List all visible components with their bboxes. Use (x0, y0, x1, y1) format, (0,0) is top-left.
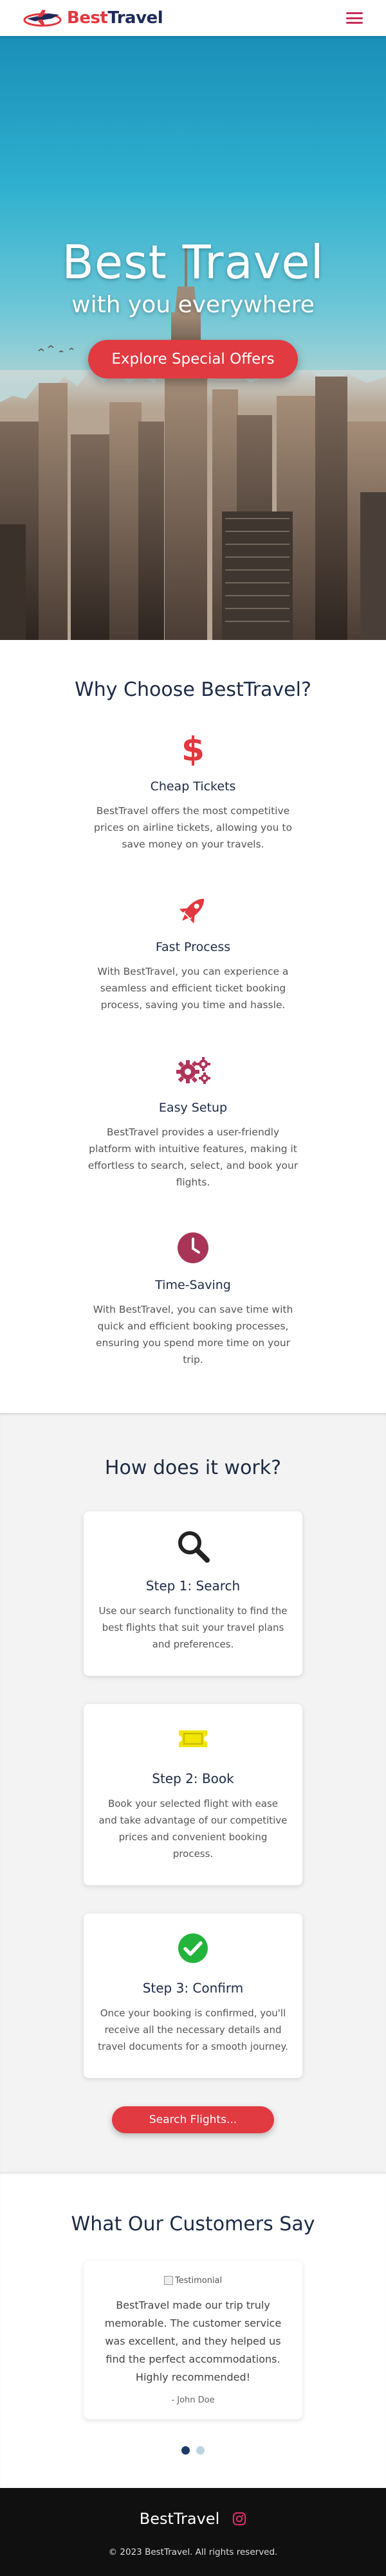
testimonial-image: Testimonial (163, 2275, 223, 2286)
explore-offers-button[interactable]: Explore Special Offers (88, 340, 298, 378)
feature-description: With BestTravel, you can save time with … (93, 1304, 293, 1365)
instagram-icon[interactable] (232, 2512, 246, 2526)
testimonial-text: BestTravel made our trip truly memorable… (104, 2299, 282, 2383)
ticket-icon (179, 1730, 207, 1747)
footer-brand: BestTravel (139, 2510, 220, 2528)
logo-travel-text: Travel (107, 8, 163, 28)
search-icon (178, 1531, 210, 1563)
feature-item: Easy Setup BestTravel provides a user-fr… (0, 1052, 386, 1191)
features-section: Why Choose BestTravel? $ Cheap Tickets B… (0, 640, 386, 1413)
features-title: Why Choose BestTravel? (75, 679, 311, 701)
step-title: Step 2: Book (152, 1771, 234, 1786)
feature-item: $ Cheap Tickets BestTravel offers the mo… (0, 731, 386, 853)
svg-text:$: $ (183, 731, 203, 767)
feature-title: Cheap Tickets (150, 779, 236, 794)
carousel-dot[interactable] (196, 2446, 205, 2455)
logo[interactable]: BestTravel (23, 7, 163, 29)
hero-section: Best Travel with you everywhere Explore … (0, 36, 386, 640)
search-flights-button[interactable]: Search Flights... (111, 2106, 275, 2133)
feature-title: Fast Process (155, 940, 231, 954)
dollar-icon: $ (183, 731, 203, 767)
gears-icon (176, 1057, 210, 1084)
feature-title: Easy Setup (158, 1101, 228, 1115)
check-circle-icon (178, 1933, 208, 1963)
clock-icon (178, 1232, 208, 1263)
how-it-works-section: How does it work? Step 1: Search Use our… (0, 1413, 386, 2172)
step-description: Once your booking is confirmed, you'll r… (98, 2007, 288, 2052)
site-footer: BestTravel © 2023 BestTravel. All rights… (0, 2488, 386, 2576)
carousel-dot-active[interactable] (181, 2446, 190, 2455)
footer-copyright: © 2023 BestTravel. All rights reserved. (108, 2547, 278, 2557)
feature-description: BestTravel offers the most competitive p… (94, 805, 292, 850)
testimonial-author: - John Doe (171, 2395, 215, 2405)
feature-item: Time-Saving With BestTravel, you can sav… (0, 1229, 386, 1368)
step-title: Step 3: Confirm (142, 1980, 244, 1996)
plane-logo-icon (23, 10, 62, 27)
step-card: Step 3: Confirm Once your booking is con… (84, 1914, 302, 2078)
broken-image-icon (163, 2276, 173, 2285)
how-title: How does it work? (104, 1457, 282, 1479)
feature-description: With BestTravel, you can experience a se… (97, 966, 289, 1011)
hero-title: Best Travel (62, 235, 324, 289)
menu-hamburger-icon[interactable] (346, 12, 363, 24)
step-card: Step 2: Book Book your selected flight w… (84, 1704, 302, 1885)
step-description: Book your selected flight with ease and … (98, 1798, 288, 1860)
step-title: Step 1: Search (145, 1578, 241, 1594)
feature-description: BestTravel provides a user-friendly plat… (87, 1126, 299, 1188)
testimonial-image-alt: Testimonial (174, 2275, 223, 2286)
testimonials-title: What Our Customers Say (71, 2213, 315, 2235)
logo-best-text: Best (67, 8, 108, 28)
rocket-icon (179, 899, 204, 924)
hero-subtitle: with you everywhere (71, 292, 315, 318)
carousel-dots (0, 2446, 386, 2455)
step-description: Use our search functionality to find the… (98, 1605, 288, 1650)
feature-title: Time-Saving (155, 1278, 231, 1292)
site-header: BestTravel (0, 0, 386, 36)
testimonial-card: Testimonial BestTravel made our trip tru… (84, 2261, 302, 2419)
step-card: Step 1: Search Use our search functional… (84, 1511, 302, 1676)
testimonials-section: What Our Customers Say Testimonial BestT… (0, 2172, 386, 2488)
feature-item: Fast Process With BestTravel, you can ex… (0, 891, 386, 1013)
